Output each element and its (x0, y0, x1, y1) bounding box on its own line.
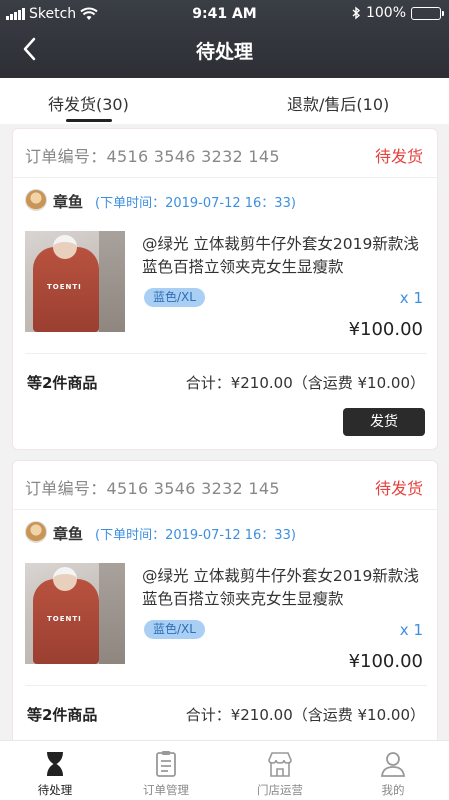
clipboard-icon (156, 751, 176, 777)
user-icon (380, 752, 406, 777)
store-icon (268, 752, 292, 777)
order-number: 订单编号：4516 3546 3232 145 (25, 479, 280, 498)
hourglass-icon (47, 752, 63, 776)
page-title: 待处理 (195, 41, 253, 63)
bluetooth-icon (352, 6, 361, 20)
divider (25, 353, 427, 354)
battery-icon (411, 6, 444, 20)
order-total: 合计：¥210.00（含运费 ¥10.00） (185, 706, 425, 724)
divider (13, 509, 439, 510)
order-time: (下单时间：2019-07-12 16：33) (95, 528, 296, 543)
variant-tag: 蓝色/XL (144, 288, 205, 307)
avatar (25, 189, 47, 211)
nav-item-orders[interactable]: 订单管理 (121, 745, 211, 799)
nav-label: 待处理 (37, 783, 73, 797)
status-right: 100% (352, 5, 444, 21)
divider (13, 177, 439, 178)
nav-label: 我的 (381, 783, 405, 797)
product-name: @绿光 立体裁剪牛仔外套女2019新款浅蓝色百搭立领夹克女生显瘦款 (142, 567, 419, 608)
battery-percent: 100% (365, 5, 406, 21)
order-time: (下单时间：2019-07-12 16：33) (95, 196, 296, 211)
buyer-name: 章鱼 (53, 193, 84, 211)
nav-item-store[interactable]: 门店运营 (235, 745, 325, 799)
nav-label: 门店运营 (257, 783, 303, 797)
item-count: 等2件商品 (27, 374, 98, 392)
status-bar: Sketch 9:41 AM 100% (0, 0, 449, 28)
tab-refund-after-sale[interactable]: 退款/售后(10) (287, 91, 389, 115)
nav-item-pending[interactable]: 待处理 (10, 745, 100, 799)
tab-bar: 待发货(30) 退款/售后(10) (0, 78, 449, 124)
order-card[interactable]: 订单编号：4516 3546 3232 145 待发货 章鱼 (下单时间：201… (12, 128, 439, 450)
order-status: 待发货 (374, 479, 423, 498)
order-card[interactable]: 订单编号：4516 3546 3232 145 待发货 章鱼 (下单时间：201… (12, 460, 439, 782)
item-count: 等2件商品 (27, 706, 98, 724)
product-name: @绿光 立体裁剪牛仔外套女2019新款浅蓝色百搭立领夹克女生显瘦款 (142, 235, 419, 276)
price: ¥100.00 (348, 319, 423, 340)
quantity: x 1 (399, 289, 423, 307)
quantity: x 1 (399, 621, 423, 639)
product-image[interactable]: TOENTI (25, 563, 125, 664)
avatar (25, 521, 47, 543)
nav-label: 订单管理 (143, 783, 189, 797)
price: ¥100.00 (348, 651, 423, 672)
buyer-name: 章鱼 (53, 525, 84, 543)
variant-tag: 蓝色/XL (144, 620, 205, 639)
tab-active-indicator (66, 119, 112, 122)
order-number: 订单编号：4516 3546 3232 145 (25, 147, 280, 166)
order-status: 待发货 (374, 147, 423, 166)
header: Sketch 9:41 AM 100% 待处理 (0, 0, 449, 78)
tab-pending-shipment[interactable]: 待发货(30) (48, 91, 129, 115)
product-image[interactable]: TOENTI (25, 231, 125, 332)
divider (25, 685, 427, 686)
bottom-nav: 待处理 订单管理 门店运营 我的 (0, 740, 449, 800)
order-total: 合计：¥210.00（含运费 ¥10.00） (185, 374, 425, 392)
ship-button[interactable]: 发货 (343, 408, 425, 436)
nav-item-me[interactable]: 我的 (348, 745, 438, 799)
